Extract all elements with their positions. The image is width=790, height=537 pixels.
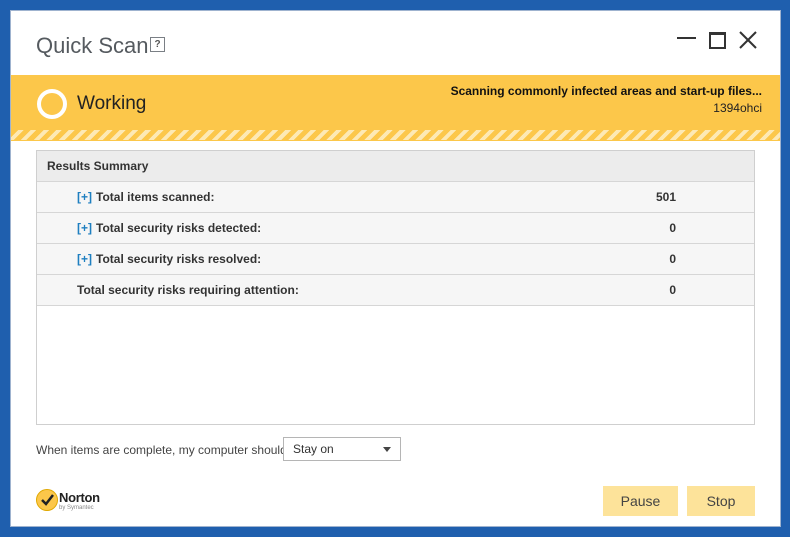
- banner-stripes: [11, 130, 780, 140]
- norton-logo: Norton by Symantec: [36, 489, 106, 515]
- quick-scan-window: Quick Scan ? Working Scanning commonly i…: [10, 10, 781, 527]
- chevron-down-icon: [383, 447, 391, 452]
- result-row-risks-detected: [+] Total security risks detected: 0: [37, 213, 754, 244]
- completion-action-label: When items are complete, my computer sho…: [36, 443, 287, 457]
- expand-toggle[interactable]: [+]: [77, 182, 92, 212]
- result-value: 0: [669, 221, 676, 235]
- expand-toggle[interactable]: [+]: [77, 213, 92, 243]
- expand-toggle[interactable]: [+]: [77, 244, 92, 274]
- result-label: Total security risks detected:: [96, 221, 262, 235]
- maximize-button[interactable]: [707, 29, 729, 51]
- results-summary-panel: Results Summary [+] Total items scanned:…: [36, 150, 755, 425]
- result-row-risks-resolved: [+] Total security risks resolved: 0: [37, 244, 754, 275]
- minimize-button[interactable]: [676, 29, 698, 51]
- results-summary-header: Results Summary: [37, 151, 754, 182]
- close-icon: [739, 31, 757, 49]
- pause-button[interactable]: Pause: [603, 486, 678, 516]
- result-label: Total items scanned:: [96, 190, 215, 204]
- completion-action-select[interactable]: Stay on: [283, 437, 401, 461]
- brand-name: Norton: [59, 490, 100, 505]
- result-value: 0: [669, 252, 676, 266]
- result-label: Total security risks requiring attention…: [77, 283, 299, 297]
- status-label: Working: [77, 93, 147, 114]
- norton-check-icon: [36, 489, 58, 511]
- result-row-items-scanned: [+] Total items scanned: 501: [37, 182, 754, 213]
- brand-sub: by Symantec: [59, 505, 94, 511]
- scan-current-file: 1394ohci: [713, 101, 762, 115]
- select-value: Stay on: [293, 442, 334, 456]
- result-value: 501: [655, 190, 676, 204]
- help-icon[interactable]: ?: [150, 37, 165, 52]
- scan-message: Scanning commonly infected areas and sta…: [450, 84, 762, 98]
- result-value: 0: [669, 283, 676, 297]
- stop-button[interactable]: Stop: [687, 486, 755, 516]
- window-title: Quick Scan: [36, 33, 149, 58]
- result-row-risks-attention: Total security risks requiring attention…: [37, 275, 754, 306]
- close-button[interactable]: [737, 29, 759, 51]
- result-label: Total security risks resolved:: [96, 252, 262, 266]
- working-ring-icon: [37, 89, 67, 119]
